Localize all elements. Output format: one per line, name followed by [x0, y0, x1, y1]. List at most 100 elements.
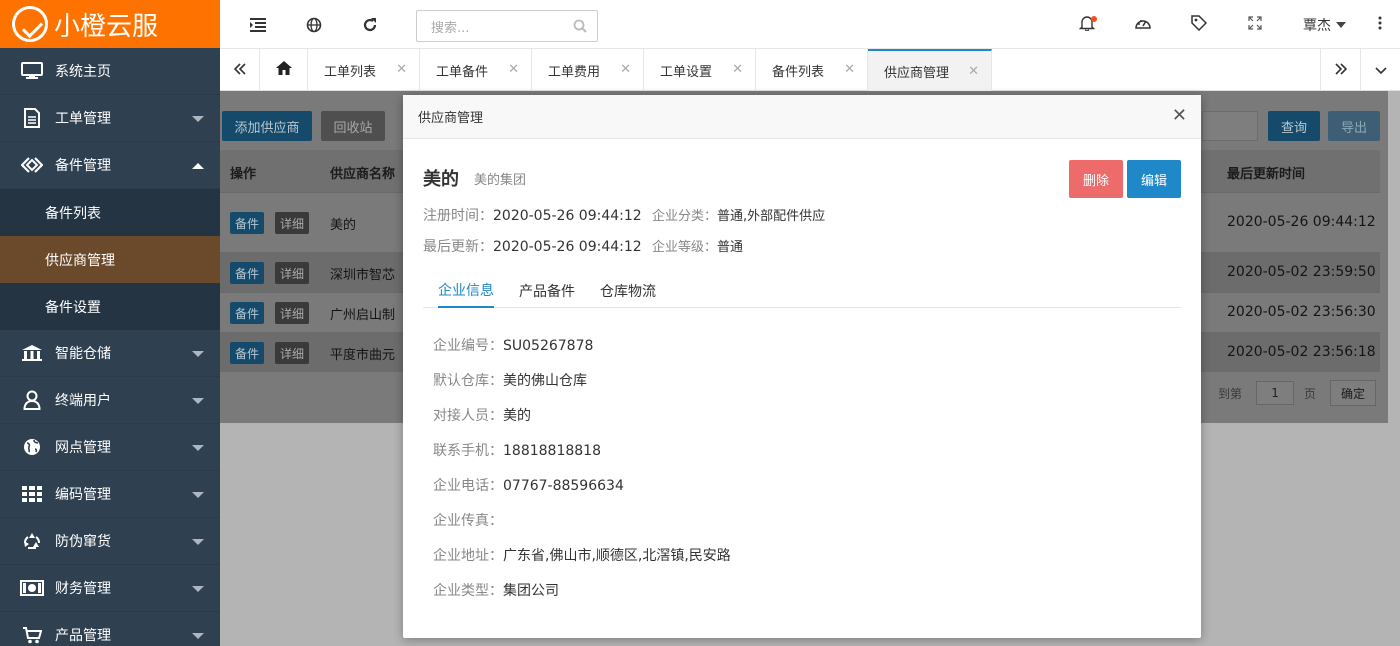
tab-label: 工单设置	[660, 64, 713, 80]
info-mobile: 联系手机：18818818818	[433, 440, 601, 460]
fullscreen-button[interactable]	[1227, 0, 1283, 49]
close-icon[interactable]: ✕	[620, 62, 631, 77]
query-input[interactable]	[1202, 111, 1258, 141]
close-icon[interactable]: ✕	[844, 62, 855, 77]
row-parts-button[interactable]: 备件	[230, 342, 264, 364]
globe-icon[interactable]	[286, 0, 342, 49]
topbar: 搜索... 覃杰	[220, 0, 1400, 49]
tab-company-info[interactable]: 企业信息	[438, 273, 494, 308]
row-detail-button[interactable]: 详细	[275, 212, 309, 234]
tabs-scroll-left-button[interactable]	[220, 49, 260, 91]
tabs-scroll-right-button[interactable]	[1320, 49, 1360, 91]
category-value: 普通,外部配件供应	[717, 209, 826, 224]
row-supplier-name: 深圳市智芯	[330, 268, 396, 283]
info-value: 美的	[503, 408, 531, 424]
row-detail-button[interactable]: 详细	[275, 342, 309, 364]
row-supplier-name: 平度市曲元	[330, 348, 396, 363]
sidebar-item-products[interactable]: 产品管理	[0, 612, 220, 646]
row-detail-button[interactable]: 详细	[275, 302, 309, 324]
row-updated: 2020-05-02 23:56:18	[1227, 344, 1376, 360]
sidebar-item-warehouse[interactable]: 智能仓储	[0, 330, 220, 377]
sidebar-item-anticounterfeit[interactable]: 防伪窜货	[0, 518, 220, 565]
row-detail-button[interactable]: 详细	[275, 262, 309, 284]
close-icon[interactable]: ✕	[968, 64, 979, 79]
category-label: 企业分类：	[652, 209, 718, 224]
pager-confirm-button[interactable]: 确定	[1330, 380, 1377, 406]
tab-workorder-list[interactable]: 工单列表 ✕	[308, 49, 420, 91]
tabs-dropdown-button[interactable]	[1360, 49, 1400, 91]
info-value: 18818818818	[503, 443, 601, 459]
row-parts-button[interactable]: 备件	[230, 262, 264, 284]
sidebar-item-home[interactable]: 系统主页	[0, 48, 220, 95]
refresh-icon[interactable]	[342, 0, 398, 49]
sidebar-subitem-supplier[interactable]: 供应商管理	[0, 236, 220, 283]
tab-workorder-parts[interactable]: 工单备件 ✕	[420, 49, 532, 91]
close-icon[interactable]: ✕	[396, 62, 407, 77]
chevron-up-icon	[192, 163, 204, 169]
row-supplier-name: 美的	[330, 218, 357, 233]
home-icon	[275, 60, 293, 81]
sidebar-item-label: 防伪窜货	[55, 534, 111, 550]
category-field: 企业分类：普通,外部配件供应	[652, 205, 825, 224]
col-header-updated[interactable]: 最后更新时间	[1227, 163, 1305, 182]
sidebar-item-workorder[interactable]: 工单管理	[0, 95, 220, 142]
chevron-down-icon	[192, 116, 204, 122]
more-button[interactable]	[1360, 0, 1400, 49]
warehouse-icon	[20, 343, 44, 363]
chevron-down-icon	[192, 492, 204, 498]
menu-toggle-icon[interactable]	[230, 0, 286, 49]
tab-warehouse-logistics[interactable]: 仓库物流	[600, 273, 656, 308]
sidebar-item-codes[interactable]: 编码管理	[0, 471, 220, 518]
edit-button[interactable]: 编辑	[1127, 160, 1181, 198]
tab-workorder-settings[interactable]: 工单设置 ✕	[644, 49, 756, 91]
page-number-input[interactable]: 1	[1256, 381, 1295, 405]
tab-workorder-fees[interactable]: 工单费用 ✕	[532, 49, 644, 91]
add-supplier-button[interactable]: 添加供应商	[222, 111, 312, 141]
sidebar-item-finance[interactable]: 财务管理	[0, 565, 220, 612]
tab-label: 备件列表	[772, 64, 825, 80]
search-icon[interactable]	[573, 19, 587, 37]
col-header-supplier-name[interactable]: 供应商名称	[330, 163, 395, 182]
chevron-down-icon	[192, 351, 204, 357]
sidebar-item-endusers[interactable]: 终端用户	[0, 377, 220, 424]
notification-bell[interactable]	[1059, 0, 1115, 49]
info-label: 企业类型：	[433, 583, 503, 599]
query-button[interactable]: 查询	[1268, 111, 1320, 141]
theme-palette[interactable]	[1115, 0, 1171, 49]
delete-button[interactable]: 删除	[1069, 160, 1123, 198]
tab-home[interactable]	[260, 49, 308, 91]
logo-icon	[12, 6, 48, 42]
sidebar-item-parts[interactable]: 备件管理	[0, 142, 220, 189]
recycle-bin-button[interactable]: 回收站	[321, 111, 385, 141]
tab-parts-list[interactable]: 备件列表 ✕	[756, 49, 868, 91]
level-value: 普通	[717, 240, 744, 255]
document-icon	[20, 108, 44, 128]
sidebar-item-label: 系统主页	[55, 64, 111, 80]
tab-supplier-management[interactable]: 供应商管理 ✕	[868, 49, 992, 91]
chevron-down-icon	[192, 445, 204, 451]
modal-tabs: 企业信息 产品备件 仓库物流	[423, 273, 1181, 308]
logo[interactable]: 小橙云服	[0, 0, 220, 48]
tab-product-parts[interactable]: 产品备件	[519, 273, 575, 308]
sidebar-item-label: 产品管理	[55, 628, 111, 644]
updated-label: 最后更新：	[423, 239, 493, 255]
sidebar-subitem-parts-settings[interactable]: 备件设置	[0, 283, 220, 330]
export-button[interactable]: 导出	[1328, 111, 1380, 141]
info-value: 07767-88596634	[503, 478, 624, 494]
close-icon[interactable]: ✕	[508, 62, 519, 77]
close-icon[interactable]: ✕	[1172, 107, 1187, 125]
pager-unit-label: 页	[1304, 386, 1317, 401]
close-icon[interactable]: ✕	[732, 62, 743, 77]
info-label: 对接人员：	[433, 408, 503, 424]
sidebar: 小橙云服 系统主页 工单管理 备件管理 备件列表 供应商管理 备件设置 智能仓储…	[0, 0, 220, 646]
search-input[interactable]: 搜索...	[416, 10, 598, 42]
user-menu[interactable]: 覃杰	[1283, 15, 1360, 35]
sidebar-subitem-parts-list[interactable]: 备件列表	[0, 189, 220, 236]
sidebar-item-outlets[interactable]: 网点管理	[0, 424, 220, 471]
sidebar-item-label: 网点管理	[55, 440, 111, 456]
info-company-code: 企业编号：SU05267878	[433, 335, 593, 355]
reg-time-label: 注册时间：	[423, 208, 493, 224]
tag-button[interactable]	[1171, 0, 1227, 49]
row-parts-button[interactable]: 备件	[230, 212, 264, 234]
row-parts-button[interactable]: 备件	[230, 302, 264, 324]
